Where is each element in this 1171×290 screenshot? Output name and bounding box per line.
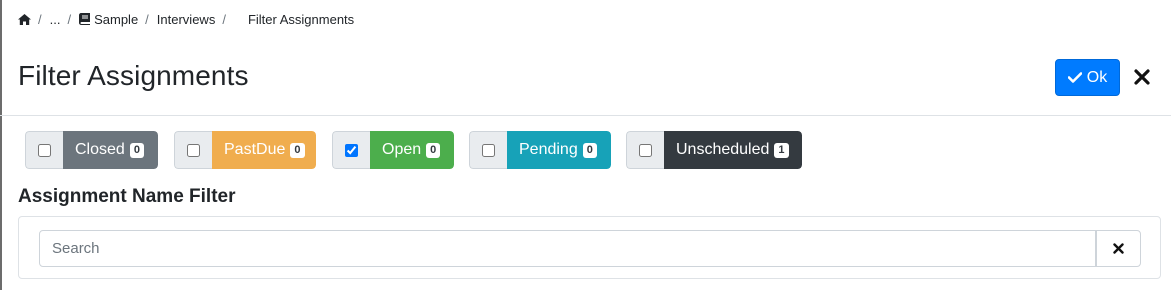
assignment-name-filter-heading: Assignment Name Filter	[18, 186, 236, 207]
status-filter-pastdue: PastDue 0	[174, 131, 316, 169]
breadcrumb-separator: /	[145, 11, 149, 27]
breadcrumb-separator: /	[67, 11, 72, 27]
breadcrumb-item-current: Filter Assignments	[247, 11, 355, 27]
count-badge: 0	[129, 142, 144, 158]
pending-checkbox[interactable]	[482, 143, 495, 157]
page-title: Filter Assignments	[18, 60, 249, 91]
ok-button-label: Ok	[1086, 68, 1108, 86]
status-label-open[interactable]: Open 0	[370, 131, 454, 169]
clear-search-button[interactable]	[1096, 230, 1141, 267]
checkbox-wrapper	[469, 131, 507, 169]
check-icon	[1067, 72, 1082, 83]
search-input[interactable]	[39, 230, 1096, 267]
status-label-text: Pending	[519, 141, 578, 158]
header-divider	[0, 115, 1171, 116]
count-badge: 0	[426, 142, 441, 158]
checkbox-wrapper	[332, 131, 370, 169]
breadcrumb: / ... / Sample / Interviews / Filter Ass…	[18, 11, 354, 27]
count-badge: 0	[582, 142, 597, 158]
home-icon[interactable]	[18, 13, 31, 25]
status-filter-closed: Closed 0	[25, 131, 158, 169]
pastdue-checkbox[interactable]	[187, 143, 200, 157]
unscheduled-checkbox[interactable]	[639, 143, 652, 157]
count-badge: 0	[290, 142, 305, 158]
count-badge: 1	[774, 142, 789, 158]
status-label-text: Closed	[75, 141, 125, 158]
closed-checkbox[interactable]	[38, 143, 51, 157]
window-left-edge	[0, 0, 2, 290]
status-filter-unscheduled: Unscheduled 1	[626, 131, 802, 169]
checkbox-wrapper	[174, 131, 212, 169]
checkbox-wrapper	[626, 131, 664, 169]
checkbox-wrapper	[25, 131, 63, 169]
breadcrumb-item-sample[interactable]: Sample	[94, 12, 138, 27]
breadcrumb-item-interviews[interactable]: Interviews	[157, 12, 216, 27]
status-label-text: Open	[382, 141, 422, 158]
status-label-pastdue[interactable]: PastDue 0	[212, 131, 316, 169]
status-label-closed[interactable]: Closed 0	[63, 131, 158, 169]
close-icon	[1113, 243, 1124, 254]
breadcrumb-separator: /	[38, 11, 42, 27]
status-filter-open: Open 0	[332, 131, 454, 169]
open-checkbox[interactable]	[345, 143, 358, 157]
status-label-text: Unscheduled	[676, 141, 770, 158]
breadcrumb-ellipsis[interactable]: ...	[50, 12, 61, 27]
name-filter-card	[18, 216, 1161, 279]
status-filter-pending: Pending 0	[469, 131, 611, 169]
ok-button[interactable]: Ok	[1055, 59, 1120, 96]
status-label-text: PastDue	[224, 141, 286, 158]
status-label-pending[interactable]: Pending 0	[507, 131, 611, 169]
breadcrumb-separator: /	[222, 11, 226, 27]
close-icon[interactable]	[1133, 68, 1151, 86]
book-icon	[79, 13, 91, 25]
status-label-unscheduled[interactable]: Unscheduled 1	[664, 131, 802, 169]
